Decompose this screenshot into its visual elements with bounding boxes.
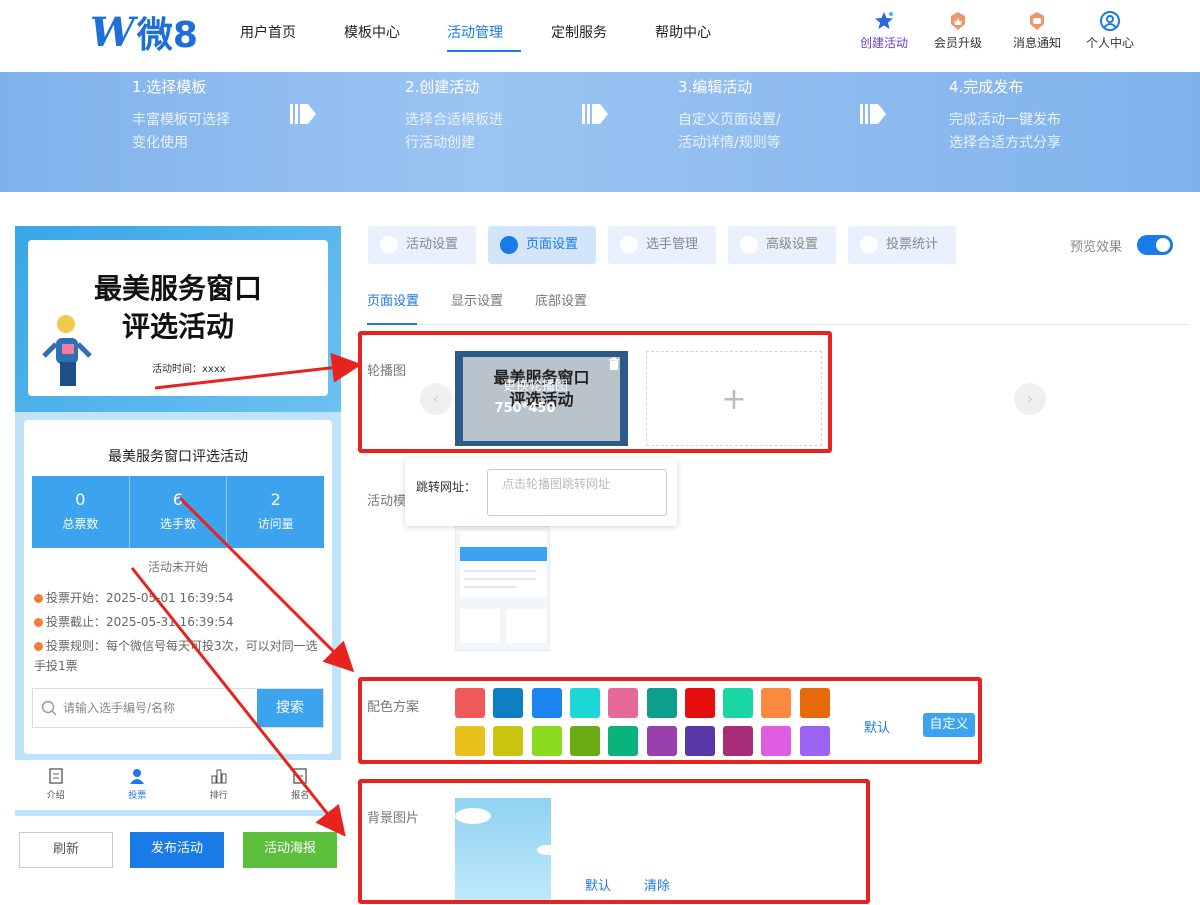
arrow-to-colors	[178, 496, 355, 673]
annotation-arrows	[130, 352, 362, 837]
arrow-to-carousel	[154, 352, 362, 390]
arrow-to-background	[130, 567, 346, 837]
